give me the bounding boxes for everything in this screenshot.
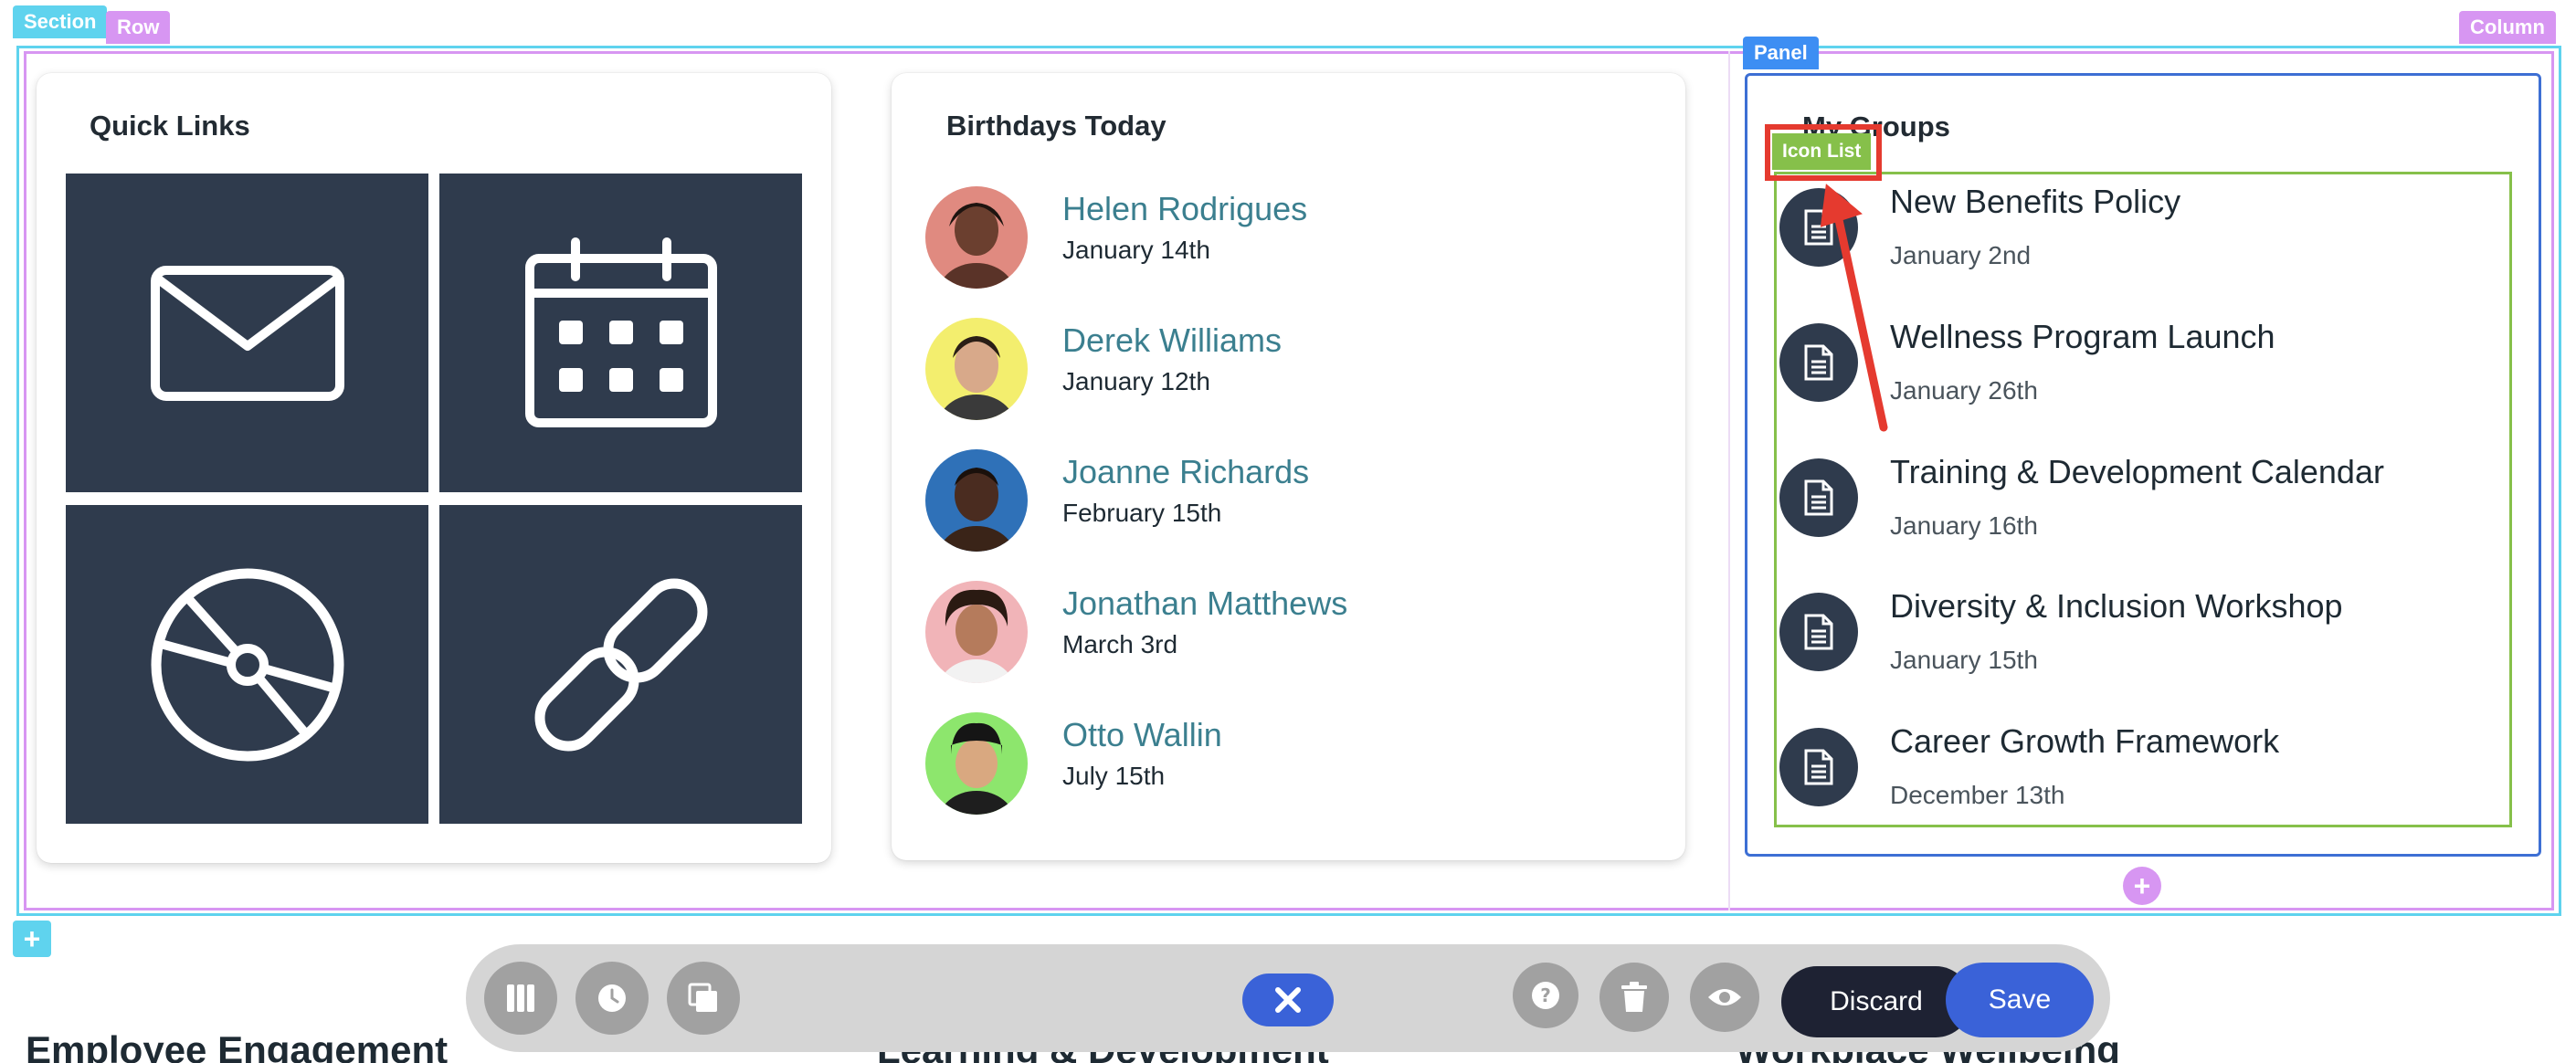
birthday-person[interactable]: Helen Rodrigues January 14th — [925, 186, 1656, 290]
help-button[interactable]: ? — [1513, 963, 1578, 1028]
panel-tag[interactable]: Panel — [1743, 37, 1819, 69]
document-icon — [1779, 728, 1858, 806]
link-icon — [534, 578, 707, 751]
birthday-person[interactable]: Derek Williams January 12th — [925, 318, 1656, 422]
calendar-icon — [524, 237, 717, 427]
row-tag[interactable]: Row — [106, 11, 171, 44]
section-title-employee-engagement: Employee Engagement — [26, 1028, 449, 1063]
group-list-item[interactable]: Training & Development Calendar January … — [1779, 453, 2501, 563]
person-name[interactable]: Otto Wallin — [1062, 716, 1222, 754]
delete-button[interactable] — [1599, 963, 1669, 1032]
avatar — [925, 186, 1028, 289]
group-date: January 15th — [1890, 646, 2038, 674]
group-title[interactable]: Training & Development Calendar — [1890, 453, 2384, 491]
columns-button[interactable] — [484, 962, 557, 1035]
group-title[interactable]: Wellness Program Launch — [1890, 318, 2275, 356]
close-editor-button[interactable] — [1242, 974, 1334, 1026]
quick-link-calendar[interactable] — [439, 174, 802, 492]
layers-button[interactable] — [667, 962, 740, 1035]
document-icon — [1779, 593, 1858, 671]
group-title[interactable]: Diversity & Inclusion Workshop — [1890, 587, 2343, 626]
group-date: January 16th — [1890, 511, 2038, 540]
birthday-person[interactable]: Otto Wallin July 15th — [925, 712, 1656, 816]
group-title[interactable]: New Benefits Policy — [1890, 183, 2180, 221]
group-title[interactable]: Career Growth Framework — [1890, 722, 2279, 761]
birthday-person[interactable]: Jonathan Matthews March 3rd — [925, 581, 1656, 685]
disc-icon — [151, 568, 343, 761]
save-button[interactable]: Save — [1946, 963, 2094, 1037]
annotation-arrow-icon — [1820, 184, 1888, 432]
group-list-item[interactable]: Diversity & Inclusion Workshop January 1… — [1779, 587, 2501, 697]
person-date: February 15th — [1062, 499, 1222, 527]
avatar — [925, 712, 1028, 815]
history-button[interactable] — [575, 962, 649, 1035]
person-name[interactable]: Joanne Richards — [1062, 453, 1309, 491]
person-name[interactable]: Derek Williams — [1062, 321, 1282, 360]
group-date: December 13th — [1890, 781, 2065, 809]
person-name[interactable]: Jonathan Matthews — [1062, 584, 1347, 623]
eye-icon — [1708, 989, 1741, 1005]
section-tag[interactable]: Section — [13, 5, 108, 38]
quick-link-disc[interactable] — [66, 505, 428, 824]
avatar — [925, 318, 1028, 420]
clock-icon — [598, 984, 626, 1012]
layers-icon — [688, 983, 717, 1012]
person-name[interactable]: Helen Rodrigues — [1062, 190, 1307, 228]
birthday-person[interactable]: Joanne Richards February 15th — [925, 449, 1656, 553]
quick-links-title: Quick Links — [90, 110, 250, 142]
document-icon — [1779, 458, 1858, 537]
person-date: January 12th — [1062, 367, 1210, 395]
group-date: January 26th — [1890, 376, 2038, 405]
person-date: March 3rd — [1062, 630, 1178, 658]
columns-icon — [507, 984, 534, 1012]
quick-link-mail[interactable] — [66, 174, 428, 492]
trash-icon — [1621, 982, 1647, 1012]
group-list-item[interactable]: Career Growth Framework December 13th — [1779, 722, 2501, 832]
discard-button[interactable]: Discard — [1781, 966, 1971, 1037]
close-icon — [1275, 987, 1301, 1013]
quick-link-link[interactable] — [439, 505, 802, 824]
avatar — [925, 581, 1028, 683]
add-section-button[interactable]: + — [13, 921, 51, 957]
add-column-button[interactable]: + — [2123, 867, 2161, 905]
help-icon: ? — [1532, 982, 1559, 1009]
group-date: January 2nd — [1890, 241, 2032, 269]
person-date: July 15th — [1062, 762, 1166, 790]
person-date: January 14th — [1062, 236, 1210, 264]
highlight-box — [1765, 124, 1882, 181]
svg-text:?: ? — [1540, 984, 1551, 1006]
preview-button[interactable] — [1690, 963, 1759, 1032]
mail-icon — [150, 265, 344, 401]
avatar — [925, 449, 1028, 552]
birthdays-title: Birthdays Today — [946, 110, 1167, 142]
column-tag[interactable]: Column — [2459, 11, 2556, 44]
